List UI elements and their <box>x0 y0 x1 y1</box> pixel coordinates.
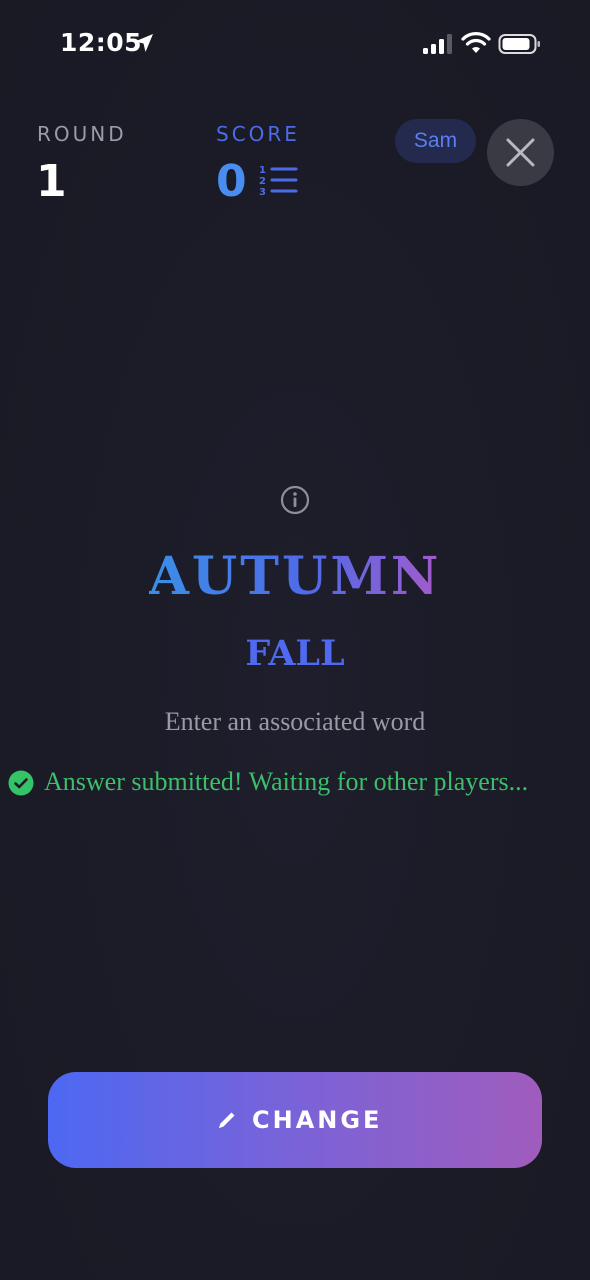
round-label: ROUND <box>37 122 127 146</box>
prompt-word: AUTUMN <box>0 546 590 607</box>
prompt-word-text: AUTUMN <box>148 546 442 607</box>
change-answer-button[interactable]: CHANGE <box>48 1072 542 1168</box>
game-screen: 12:05 ROUND 1 SCORE 0 1 2 3 Sam AUTUMN F… <box>0 0 590 1280</box>
score-value: 0 <box>216 156 247 207</box>
close-icon <box>506 138 535 167</box>
info-icon[interactable] <box>280 485 310 515</box>
round-value: 1 <box>36 156 67 207</box>
status-message: Answer submitted! Waiting for other play… <box>44 767 529 796</box>
wifi-icon <box>461 32 491 53</box>
svg-text:2: 2 <box>259 176 266 187</box>
submitted-answer: FALL <box>245 633 345 674</box>
battery-icon <box>498 34 540 54</box>
svg-text:3: 3 <box>259 187 266 198</box>
instruction-text: Enter an associated word <box>164 707 426 736</box>
status-time: 12:05 <box>60 28 143 57</box>
location-arrow-icon <box>135 34 153 52</box>
player-name-badge: Sam <box>395 119 476 163</box>
score-label: SCORE <box>216 122 300 146</box>
svg-text:1: 1 <box>259 165 266 176</box>
pencil-icon <box>219 1112 235 1128</box>
cellular-signal-icon <box>423 34 452 54</box>
close-button[interactable] <box>487 119 554 186</box>
ranking-list-icon[interactable]: 1 2 3 <box>258 163 300 199</box>
check-circle-icon <box>8 770 34 796</box>
status-bar: 12:05 <box>0 0 590 90</box>
submission-status: Answer submitted! Waiting for other play… <box>8 767 590 801</box>
change-button-label: CHANGE <box>252 1106 383 1134</box>
